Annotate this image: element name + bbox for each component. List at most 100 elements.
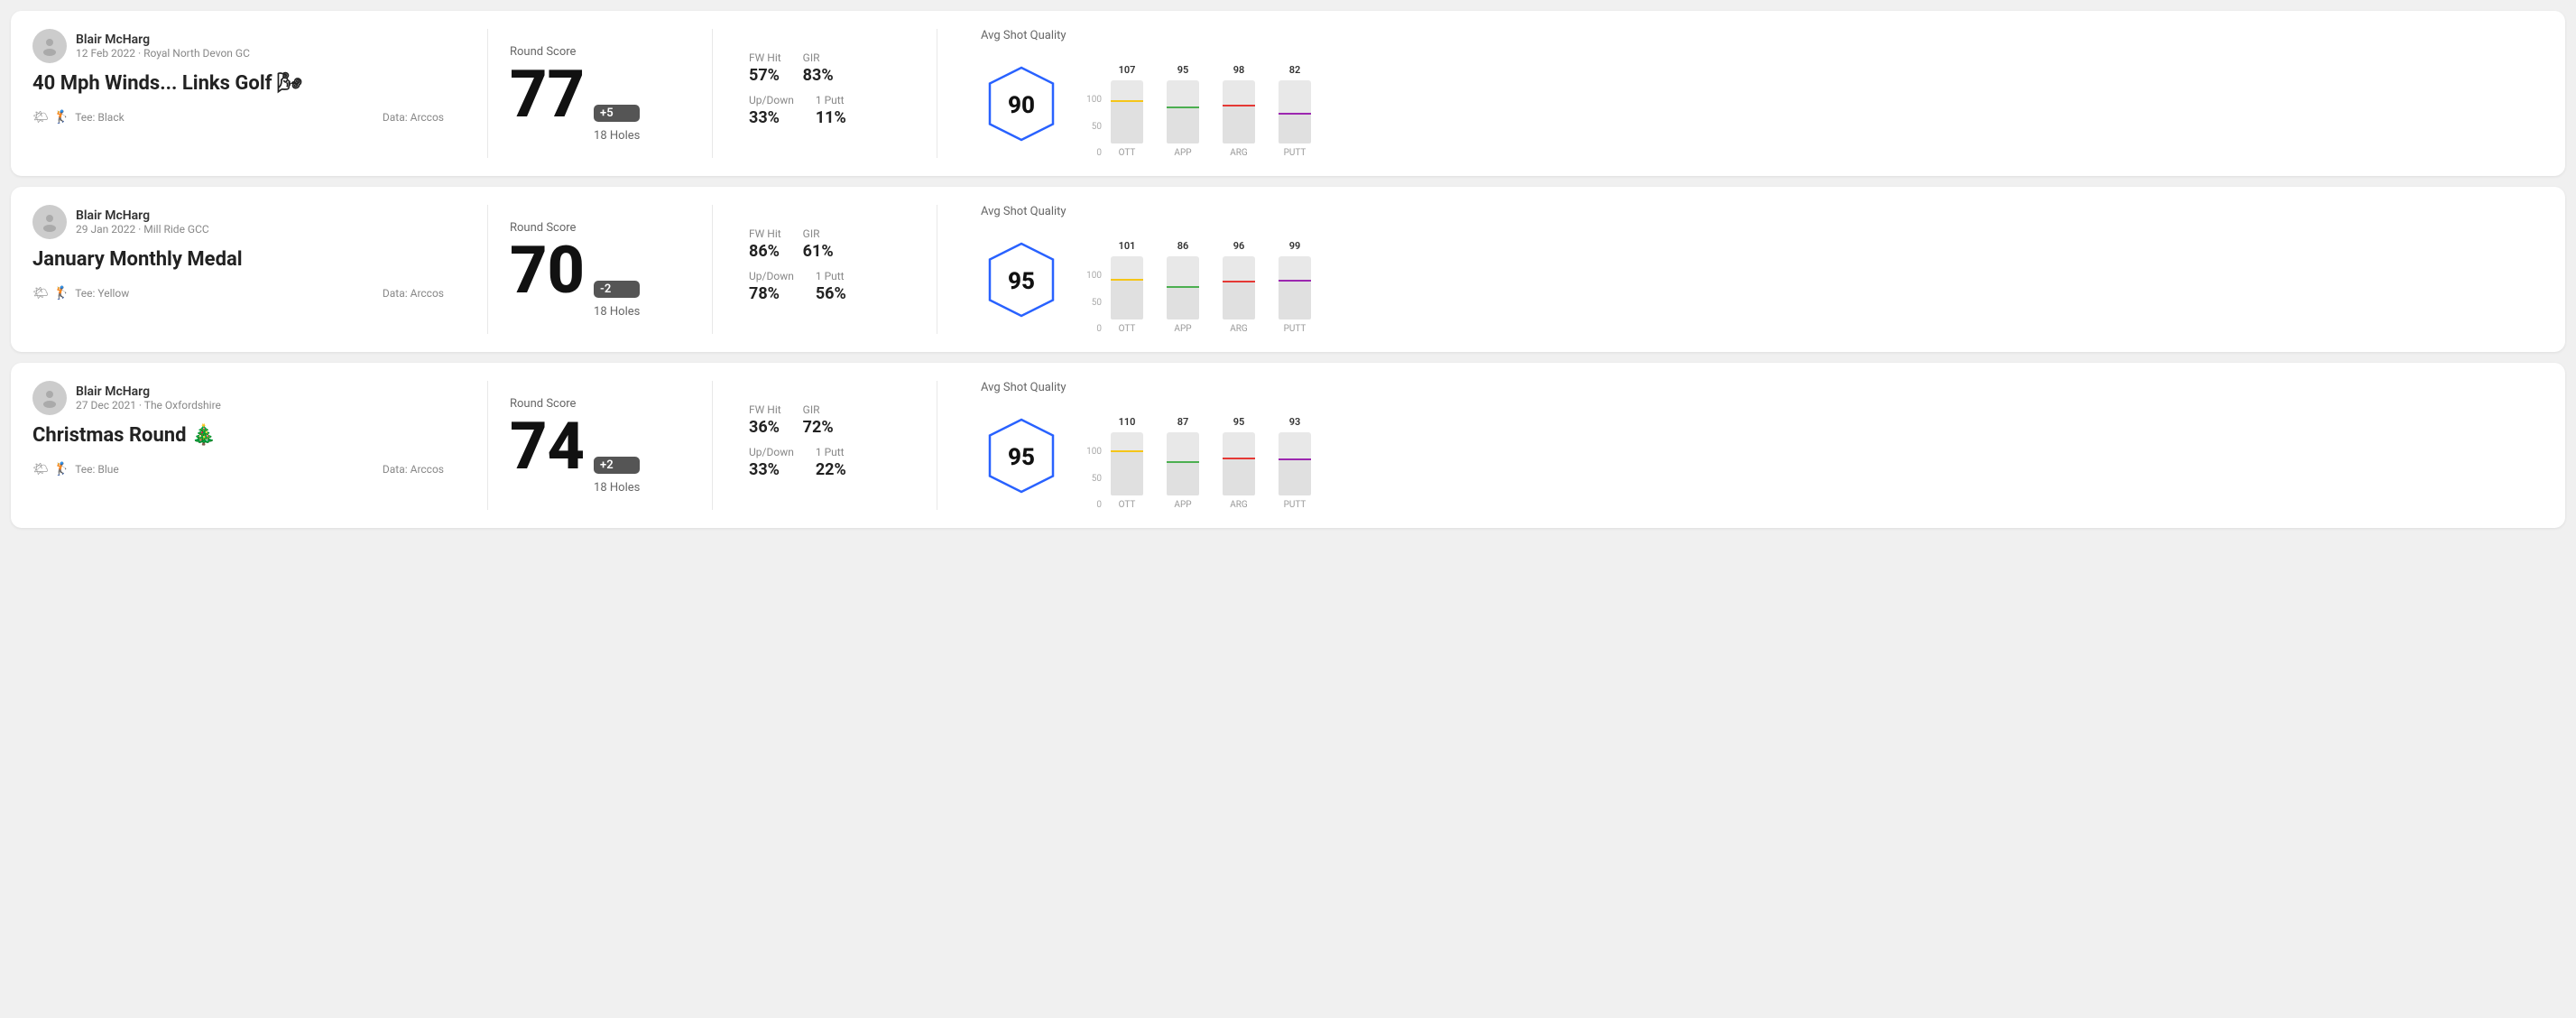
quality-section: Avg Shot Quality 95 [959, 381, 2544, 510]
svg-text:90: 90 [1008, 92, 1035, 119]
bar-axis-label: OTT [1119, 324, 1136, 334]
bar-axis-label: PUTT [1284, 324, 1306, 334]
gir-stat: GIR 72% [803, 403, 834, 437]
avatar [32, 29, 67, 63]
user-info: Blair McHarg 27 Dec 2021 · The Oxfordshi… [76, 384, 221, 412]
bar-wrapper [1167, 432, 1199, 495]
bar-axis-label: ARG [1230, 500, 1248, 510]
bar-value-label: 101 [1119, 240, 1136, 255]
round-card-2[interactable]: Blair McHarg 29 Jan 2022 · Mill Ride GCC… [11, 187, 2565, 352]
score-number: 74 [510, 414, 585, 479]
bars-container: 101 OTT 86 APP [1107, 226, 1315, 334]
bar-line [1279, 113, 1311, 115]
user-name: Blair McHarg [76, 208, 209, 223]
fw-hit-stat: FW Hit 86% [749, 227, 781, 261]
weather-icon: 🌤 [32, 286, 49, 301]
weather-icon: 🌤 [32, 110, 49, 125]
bar-col-arg: 96 ARG [1219, 240, 1259, 334]
tee-info: 🌤 🏌 Tee: Blue [32, 462, 119, 477]
user-info: Blair McHarg 29 Jan 2022 · Mill Ride GCC [76, 208, 209, 236]
bars-container: 107 OTT 95 APP [1107, 50, 1315, 158]
quality-content: 90 100 50 0 [981, 50, 1315, 158]
tee-label: Tee: Blue [75, 463, 119, 476]
score-badge: +2 [594, 457, 640, 474]
bar-fill [1167, 463, 1199, 495]
bar-chart: 100 50 0 110 OTT [1080, 402, 1315, 510]
y-axis: 100 50 0 [1080, 447, 1102, 510]
bar-line [1167, 286, 1199, 288]
fw-hit-label: FW Hit [749, 403, 781, 416]
bar-fill [1279, 460, 1311, 495]
bar-col-putt: 99 PUTT [1275, 240, 1315, 334]
bar-line [1167, 461, 1199, 463]
oneputt-value: 11% [816, 108, 846, 127]
bag-icon: 🏌 [54, 110, 69, 125]
divider-2 [712, 381, 713, 510]
gir-label: GIR [803, 227, 834, 240]
bar-fill [1111, 281, 1143, 319]
oneputt-value: 56% [816, 284, 846, 303]
round-title: January Monthly Medal [32, 248, 444, 272]
tee-footer: 🌤 🏌 Tee: Black Data: Arccos [32, 110, 444, 125]
score-section: Round Score 77 +5 18 Holes [510, 29, 690, 158]
divider-2 [712, 29, 713, 158]
bar-value-label: 95 [1233, 416, 1245, 430]
score-row: 74 +2 18 Holes [510, 414, 690, 495]
divider-1 [487, 29, 488, 158]
bar-chart: 100 50 0 107 OTT [1080, 50, 1315, 158]
user-date: 12 Feb 2022 · Royal North Devon GC [76, 47, 250, 60]
fw-hit-label: FW Hit [749, 51, 781, 64]
hexagon: 95 [981, 415, 1062, 496]
bar-axis-label: ARG [1230, 324, 1248, 334]
bar-wrapper [1111, 432, 1143, 495]
y-axis: 100 50 0 [1080, 271, 1102, 334]
bar-fill [1279, 115, 1311, 143]
bar-fill [1111, 102, 1143, 143]
bar-axis-label: OTT [1119, 500, 1136, 510]
tee-info: 🌤 🏌 Tee: Black [32, 110, 125, 125]
bar-fill [1111, 452, 1143, 495]
gir-value: 72% [803, 418, 834, 437]
bar-wrapper [1167, 80, 1199, 143]
user-info: Blair McHarg 12 Feb 2022 · Royal North D… [76, 32, 250, 60]
bar-value-label: 99 [1289, 240, 1301, 255]
data-source: Data: Arccos [383, 463, 444, 476]
round-info-section: Blair McHarg 12 Feb 2022 · Royal North D… [32, 29, 466, 158]
score-holes: 18 Holes [594, 481, 640, 495]
bar-chart: 100 50 0 101 OTT [1080, 226, 1315, 334]
fw-hit-value: 57% [749, 66, 781, 85]
bag-icon: 🏌 [54, 286, 69, 301]
bar-axis-label: APP [1174, 500, 1191, 510]
updown-stat: Up/Down 33% [749, 94, 794, 127]
oneputt-label: 1 Putt [816, 270, 846, 282]
round-card-1[interactable]: Blair McHarg 12 Feb 2022 · Royal North D… [11, 11, 2565, 176]
round-title: Christmas Round 🎄 [32, 424, 444, 448]
gir-value: 83% [803, 66, 834, 85]
bar-fill [1223, 459, 1255, 495]
round-card-3[interactable]: Blair McHarg 27 Dec 2021 · The Oxfordshi… [11, 363, 2565, 528]
tee-info: 🌤 🏌 Tee: Yellow [32, 286, 129, 301]
bar-value-label: 86 [1177, 240, 1189, 255]
tee-label: Tee: Yellow [75, 287, 129, 300]
bar-value-label: 87 [1177, 416, 1189, 430]
bar-value-label: 98 [1233, 64, 1245, 79]
bar-value-label: 96 [1233, 240, 1245, 255]
bar-line [1111, 279, 1143, 281]
bar-wrapper [1167, 256, 1199, 319]
bar-line [1223, 458, 1255, 459]
bar-col-arg: 98 ARG [1219, 64, 1259, 158]
round-info-section: Blair McHarg 29 Jan 2022 · Mill Ride GCC… [32, 205, 466, 334]
bar-axis-label: APP [1174, 324, 1191, 334]
bar-wrapper [1111, 256, 1143, 319]
fw-hit-value: 86% [749, 242, 781, 261]
score-section: Round Score 70 -2 18 Holes [510, 205, 690, 334]
bar-col-putt: 82 PUTT [1275, 64, 1315, 158]
gir-label: GIR [803, 51, 834, 64]
bar-axis-label: APP [1174, 148, 1191, 158]
bar-wrapper [1279, 80, 1311, 143]
bar-axis-label: PUTT [1284, 148, 1306, 158]
user-date: 29 Jan 2022 · Mill Ride GCC [76, 223, 209, 236]
score-badge: -2 [594, 281, 640, 298]
score-number: 77 [510, 62, 585, 127]
hexagon: 95 [981, 239, 1062, 320]
